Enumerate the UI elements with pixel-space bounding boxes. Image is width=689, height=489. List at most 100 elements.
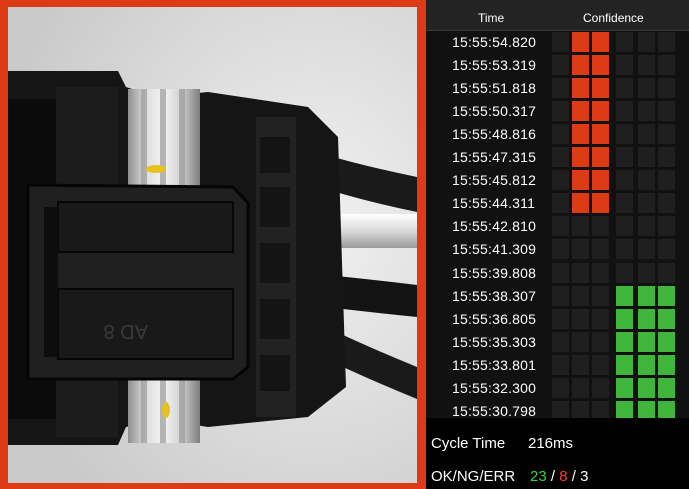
results-list[interactable]: 15:55:54.820 15:55:53.319 15:55:51.818 15:5… [426,31,689,418]
confidence-cell [638,170,655,191]
ng-confidence-cell [572,101,589,122]
confidence-cell [658,239,675,260]
ng-count: 8 [559,468,568,485]
confidence-cell [638,216,655,237]
confidence-cell [638,193,655,214]
table-row[interactable]: 15:55:38.307 [426,285,689,308]
confidence-cell [572,331,589,352]
confidence-cell [638,55,655,76]
row-timestamp: 15:55:33.801 [452,356,537,373]
ok-confidence-cell [616,308,633,329]
confidence-cell [616,147,633,168]
table-row[interactable]: 15:55:32.300 [426,377,689,400]
err-count: 3 [580,468,589,485]
part-marking: AD 8 [104,320,148,342]
confidence-cell [572,216,589,237]
confidence-cell [592,216,609,237]
row-timestamp: 15:55:51.818 [452,80,537,97]
confidence-cell [616,32,633,52]
table-row[interactable]: 15:55:47.315 [426,146,689,169]
confidence-cell [552,377,569,398]
confidence-cell [592,331,609,352]
confidence-cell [592,262,609,283]
confidence-cell [572,262,589,283]
confidence-cell [592,308,609,329]
confidence-cell [592,239,609,260]
table-row[interactable]: 15:55:44.311 [426,192,689,215]
confidence-cell [638,262,655,283]
confidence-cell [658,216,675,237]
table-row[interactable]: 15:55:48.816 [426,123,689,146]
ok-confidence-cell [638,308,655,329]
confidence-cell [572,239,589,260]
row-timestamp: 15:55:53.319 [452,57,537,74]
time-column-header: Time [478,11,505,25]
confidence-cell [658,32,675,52]
ng-confidence-cell [592,32,609,52]
ng-confidence-cell [592,124,609,145]
confidence-cell [552,170,569,191]
confidence-cell [552,193,569,214]
table-row[interactable]: 15:55:42.810 [426,215,689,238]
cycle-time-label: Cycle Time [431,435,506,452]
confidence-cell [552,55,569,76]
confidence-cell [552,32,569,52]
confidence-cell [572,354,589,375]
row-timestamp: 15:55:36.805 [452,310,537,327]
table-row[interactable]: 15:55:39.808 [426,262,689,285]
ok-confidence-cell [658,331,675,352]
counts-values: 23 / 8 / 3 [530,468,588,485]
confidence-cell [552,354,569,375]
table-row[interactable]: 15:55:51.818 [426,77,689,100]
count-separator: / [567,468,581,485]
camera-viewer: AD 8 [0,0,426,489]
ok-confidence-cell [658,285,675,306]
table-row[interactable]: 15:55:30.798 [426,400,689,418]
table-row[interactable]: 15:55:45.812 [426,169,689,192]
ng-confidence-cell [572,170,589,191]
confidence-cell [552,331,569,352]
table-row[interactable]: 15:55:36.805 [426,308,689,331]
ng-confidence-cell [572,147,589,168]
row-timestamp: 15:55:30.798 [452,402,537,418]
table-row[interactable]: 15:55:33.801 [426,354,689,377]
ng-confidence-cell [592,55,609,76]
ok-confidence-cell [638,354,655,375]
confidence-cell [592,377,609,398]
confidence-cell [658,55,675,76]
row-timestamp: 15:55:39.808 [452,264,537,281]
stats-footer: Cycle Time 216ms OK/NG/ERR 23 / 8 / 3 [426,418,689,489]
confidence-cell [572,285,589,306]
ok-count: 23 [530,468,547,485]
confidence-column-header: Confidence [583,11,644,25]
row-timestamp: 15:55:41.309 [452,241,537,258]
confidence-cell [552,239,569,260]
confidence-cell [658,101,675,122]
ng-confidence-cell [592,193,609,214]
confidence-cell [616,239,633,260]
table-row[interactable]: 15:55:54.820 [426,31,689,54]
results-panel: Time Confidence 15:55:54.820 15:55:53.319… [426,0,689,489]
table-row[interactable]: 15:55:35.303 [426,331,689,354]
confidence-cell [592,285,609,306]
ok-confidence-cell [658,308,675,329]
counts-label: OK/NG/ERR [431,468,516,485]
table-row[interactable]: 15:55:50.317 [426,100,689,123]
camera-image: AD 8 [8,7,417,483]
row-timestamp: 15:55:38.307 [452,287,537,304]
confidence-cell [638,78,655,99]
ok-confidence-cell [616,354,633,375]
row-timestamp: 15:55:44.311 [452,195,536,212]
connector-part-image: AD 8 [8,7,417,483]
confidence-cell [638,147,655,168]
confidence-cell [552,308,569,329]
ng-confidence-cell [572,78,589,99]
confidence-cell [638,239,655,260]
confidence-cell [658,147,675,168]
table-row[interactable]: 15:55:41.309 [426,238,689,261]
table-row[interactable]: 15:55:53.319 [426,54,689,77]
confidence-cell [658,193,675,214]
ng-confidence-cell [592,147,609,168]
row-timestamp: 15:55:50.317 [452,103,537,120]
ok-confidence-cell [616,285,633,306]
